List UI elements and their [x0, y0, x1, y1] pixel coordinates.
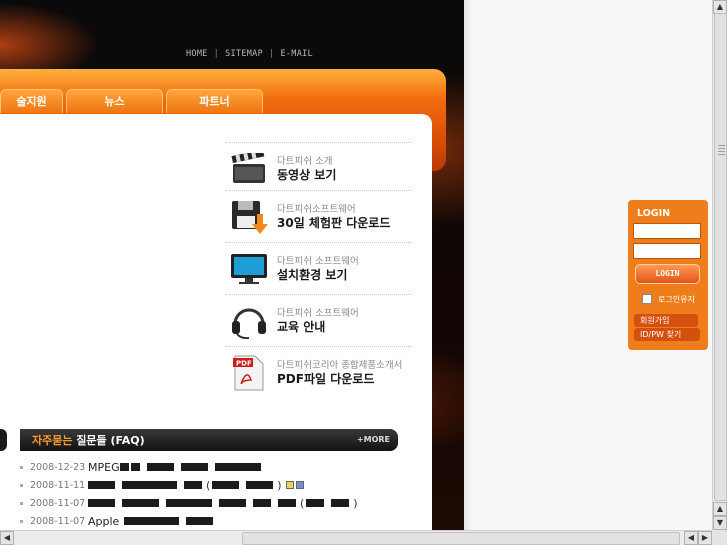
faq-date: 2008-12-23 [30, 461, 86, 473]
scroll-down-arrow-icon[interactable]: ▼ [713, 516, 727, 530]
scrollbar-corner [712, 530, 727, 545]
browser-viewport: HOME | SITEMAP | E-MAIL 술지원 뉴스 파트너 다트피쉬 … [0, 0, 727, 545]
horizontal-scroll-thumb[interactable] [242, 532, 680, 545]
promo-main: 동영상 보기 [277, 167, 337, 182]
find-id-pw-button[interactable]: ID/PW 찾기 [634, 328, 700, 341]
faq-row[interactable]: 2008-11-07 () [20, 494, 360, 512]
faq-date: 2008-11-07 [30, 497, 86, 509]
disk-attach-icon [295, 481, 304, 489]
faq-more-link[interactable]: +MORE [357, 435, 390, 444]
promo-main: 30일 체험판 다운로드 [277, 215, 391, 230]
vertical-scrollbar[interactable]: ▲ ▲ ▼ [712, 0, 727, 530]
vertical-scroll-thumb[interactable] [714, 13, 727, 501]
login-button[interactable]: LOGIN [635, 264, 700, 284]
main-tabs: 술지원 뉴스 파트너 [0, 89, 263, 113]
scroll-up-arrow-icon[interactable]: ▲ [713, 502, 727, 516]
promo-main: 교육 안내 [277, 319, 326, 334]
faq-row[interactable]: 2008-12-23 MPEG [20, 458, 263, 476]
remember-login-label: 로그인유지 [658, 295, 695, 304]
promo-trial-download[interactable]: 다트피쉬소프트웨어 30일 체험판 다운로드 [225, 190, 411, 242]
login-box: LOGIN LOGIN 로그인유지 회원가입 ID/PW 찾기 [628, 200, 708, 350]
faq-question: () [88, 479, 304, 492]
image-attach-icon [285, 481, 294, 489]
bullet [20, 501, 23, 505]
svg-text:PDF: PDF [236, 359, 252, 367]
headset-icon [227, 301, 271, 341]
promo-sub: 다트피쉬 소개 [277, 155, 333, 167]
pdf-icon: PDF [227, 353, 271, 393]
tab-tech-support[interactable]: 술지원 [0, 89, 63, 113]
login-title: LOGIN [637, 208, 671, 219]
promo-sub: 다트피쉬 소프트웨어 [277, 307, 359, 319]
promo-main: 설치환경 보기 [277, 267, 348, 282]
faq-question: Apple [88, 515, 215, 528]
scroll-left-arrow-icon[interactable]: ◀ [0, 531, 14, 545]
scroll-up-arrow-icon[interactable]: ▲ [713, 0, 727, 14]
bullet [20, 465, 23, 469]
scroll-left-arrow-icon[interactable]: ◀ [684, 531, 698, 545]
promo-sub: 다트피쉬코리아 종합제품소개서 [277, 359, 403, 371]
promo-main: PDF파일 다운로드 [277, 371, 375, 386]
sitemap-link[interactable]: SITEMAP [225, 49, 263, 59]
faq-row[interactable]: 2008-11-07 Apple [20, 512, 215, 530]
top-nav: HOME | SITEMAP | E-MAIL [186, 49, 313, 59]
promo-training[interactable]: 다트피쉬 소프트웨어 교육 안내 [225, 294, 411, 346]
horizontal-scrollbar[interactable]: ◀ ◀ ▶ [0, 530, 712, 545]
promo-video[interactable]: 다트피쉬 소개 동영상 보기 [225, 142, 411, 194]
login-password-input[interactable] [633, 243, 701, 259]
floppy-download-icon [227, 197, 271, 237]
remember-login-checkbox[interactable] [642, 294, 652, 304]
home-link[interactable]: HOME [186, 49, 208, 59]
faq-date: 2008-11-11 [30, 479, 86, 491]
login-id-input[interactable] [633, 223, 701, 239]
faq-header: 자주묻는 질문들 (FAQ) +MORE [20, 429, 398, 451]
bullet [20, 483, 23, 487]
email-link[interactable]: E-MAIL [280, 49, 313, 59]
faq-question: () [88, 497, 360, 510]
promo-pdf-download[interactable]: PDF 다트피쉬코리아 종합제품소개서 PDF파일 다운로드 [225, 346, 411, 398]
scroll-right-arrow-icon[interactable]: ▶ [698, 531, 712, 545]
faq-date: 2008-11-07 [30, 515, 86, 527]
tab-partner[interactable]: 파트너 [166, 89, 263, 113]
promo-system-requirements[interactable]: 다트피쉬 소프트웨어 설치환경 보기 [225, 242, 411, 294]
signup-button[interactable]: 회원가입 [634, 314, 698, 327]
clapperboard-icon [227, 149, 271, 189]
left-section-header [0, 429, 7, 451]
tab-news[interactable]: 뉴스 [66, 89, 163, 113]
faq-title: 자주묻는 질문들 (FAQ) [32, 434, 145, 447]
monitor-icon [227, 249, 271, 289]
faq-question: MPEG [88, 461, 263, 474]
promo-sub: 다트피쉬 소프트웨어 [277, 255, 359, 267]
faq-row[interactable]: 2008-11-11 () [20, 476, 304, 494]
bullet [20, 519, 23, 523]
promo-sub: 다트피쉬소프트웨어 [277, 203, 356, 215]
nav-separator: | [269, 49, 275, 59]
nav-separator: | [213, 49, 220, 59]
